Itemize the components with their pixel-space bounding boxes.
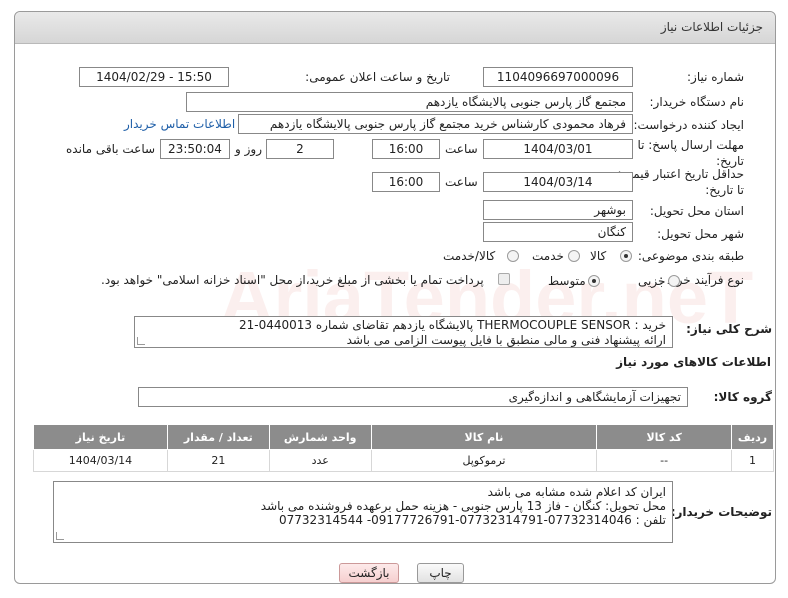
table-row[interactable]: 1 -- ترموکوپل عدد 21 1404/03/14 bbox=[33, 449, 774, 472]
goods-group-label: گروه کالا: bbox=[713, 390, 772, 404]
print-button[interactable]: چاپ bbox=[417, 563, 464, 583]
price-deadline-label: حداقل تاریخ اعتبار قیمت: تا تاریخ: bbox=[617, 167, 744, 197]
buyer-notes-line-2: محل تحویل: کنگان - فاز 13 پارس جنوبی - ه… bbox=[260, 499, 666, 513]
reply-deadline-label: مهلت ارسال پاسخ: تا تاریخ: bbox=[637, 138, 744, 168]
process-medium-label: متوسط bbox=[548, 274, 586, 288]
contact-buyer-link[interactable]: اطلاعات تماس خریدار bbox=[124, 117, 235, 131]
cell-item-name: ترموکوپل bbox=[370, 449, 598, 472]
description-label: شرح کلی نیاز: bbox=[686, 322, 772, 336]
description-textarea[interactable]: خرید : THERMOCOUPLE SENSOR پالایشگاه یاز… bbox=[134, 316, 673, 348]
announce-label: تاریخ و ساعت اعلان عمومی: bbox=[305, 70, 450, 84]
category-goods-label: کالا bbox=[590, 249, 607, 263]
description-line-2: ارائه پیشنهاد فنی و مالی منطبق با فایل پ… bbox=[346, 333, 666, 347]
province-field[interactable]: بوشهر bbox=[483, 200, 633, 220]
creator-label: ایجاد کننده درخواست: bbox=[633, 118, 744, 132]
resize-grip-icon[interactable] bbox=[56, 532, 64, 540]
reply-date-field[interactable]: 1404/03/01 bbox=[483, 139, 633, 159]
days-label: روز و bbox=[235, 142, 262, 156]
category-both-radio[interactable] bbox=[507, 250, 519, 262]
category-both-label: کالا/خدمت bbox=[443, 249, 496, 263]
category-goods-radio[interactable] bbox=[620, 250, 632, 262]
items-table: ردیف کد کالا نام کالا واحد شمارش تعداد /… bbox=[33, 424, 774, 472]
goods-section-title: اطلاعات کالاهای مورد نیاز bbox=[616, 355, 771, 369]
cell-quantity: 21 bbox=[166, 449, 270, 472]
cell-item-code: -- bbox=[596, 449, 733, 472]
col-item-code: کد کالا bbox=[596, 424, 733, 450]
category-label: طبقه بندی موضوعی: bbox=[637, 249, 744, 263]
panel-title: جزئیات اطلاعات نیاز bbox=[660, 20, 763, 34]
category-service-label: خدمت bbox=[532, 249, 564, 263]
treasury-payment-note: پرداخت تمام یا بخشی از مبلغ خرید،از محل … bbox=[101, 273, 484, 287]
city-field[interactable]: کنگان bbox=[483, 222, 633, 242]
buyer-notes-textarea[interactable]: ایران کد اعلام شده مشابه می باشد محل تحو… bbox=[53, 481, 673, 543]
creator-field[interactable]: فرهاد محمودی کارشناس خرید مجتمع گاز پارس… bbox=[238, 114, 633, 134]
panel-header: جزئیات اطلاعات نیاز bbox=[15, 12, 775, 44]
col-unit: واحد شمارش bbox=[268, 424, 372, 450]
process-minor-radio[interactable] bbox=[668, 275, 680, 287]
price-date-field[interactable]: 1404/03/14 bbox=[483, 172, 633, 192]
col-need-date: تاریخ نیاز bbox=[33, 424, 168, 450]
buyer-org-label: نام دستگاه خریدار: bbox=[649, 95, 745, 109]
buyer-notes-line-3: تلفن : 07732314046-07732314791-091777267… bbox=[279, 513, 666, 527]
cell-row-number: 1 bbox=[731, 449, 774, 472]
need-number-label: شماره نیاز: bbox=[687, 70, 744, 84]
col-row-number: ردیف bbox=[731, 424, 774, 450]
province-label: استان محل تحویل: bbox=[649, 204, 744, 218]
treasury-payment-checkbox[interactable] bbox=[498, 273, 510, 285]
price-time-label: ساعت bbox=[445, 175, 478, 189]
buyer-notes-label: توضیحات خریدار: bbox=[670, 505, 772, 519]
remaining-time-field[interactable]: 23:50:04 bbox=[160, 139, 230, 159]
category-service-radio[interactable] bbox=[568, 250, 580, 262]
buyer-notes-line-1: ایران کد اعلام شده مشابه می باشد bbox=[487, 485, 666, 499]
goods-group-field[interactable]: تجهیزات آزمایشگاهی و اندازه‌گیری bbox=[138, 387, 688, 407]
announce-field[interactable]: 1404/02/29 - 15:50 bbox=[79, 67, 229, 87]
back-button[interactable]: بازگشت bbox=[339, 563, 399, 583]
buyer-org-field[interactable]: مجتمع گاز پارس جنوبی پالایشگاه یازدهم bbox=[186, 92, 633, 112]
resize-grip-icon[interactable] bbox=[137, 337, 145, 345]
need-number-field[interactable]: 1104096697000096 bbox=[483, 67, 633, 87]
process-minor-label: جزیی bbox=[638, 274, 666, 288]
process-medium-radio[interactable] bbox=[588, 275, 600, 287]
price-time-field[interactable]: 16:00 bbox=[372, 172, 440, 192]
cell-unit: عدد bbox=[268, 449, 372, 472]
col-item-name: نام کالا bbox=[370, 424, 598, 450]
remaining-label: ساعت باقی مانده bbox=[66, 142, 156, 156]
table-header-row: ردیف کد کالا نام کالا واحد شمارش تعداد /… bbox=[33, 424, 774, 450]
col-quantity: تعداد / مقدار bbox=[166, 424, 270, 450]
cell-need-date: 1404/03/14 bbox=[33, 449, 168, 472]
description-line-1: خرید : THERMOCOUPLE SENSOR پالایشگاه یاز… bbox=[238, 318, 666, 332]
reply-time-label: ساعت bbox=[445, 142, 478, 156]
reply-time-field[interactable]: 16:00 bbox=[372, 139, 440, 159]
days-field[interactable]: 2 bbox=[266, 139, 334, 159]
city-label: شهر محل تحویل: bbox=[657, 227, 744, 241]
